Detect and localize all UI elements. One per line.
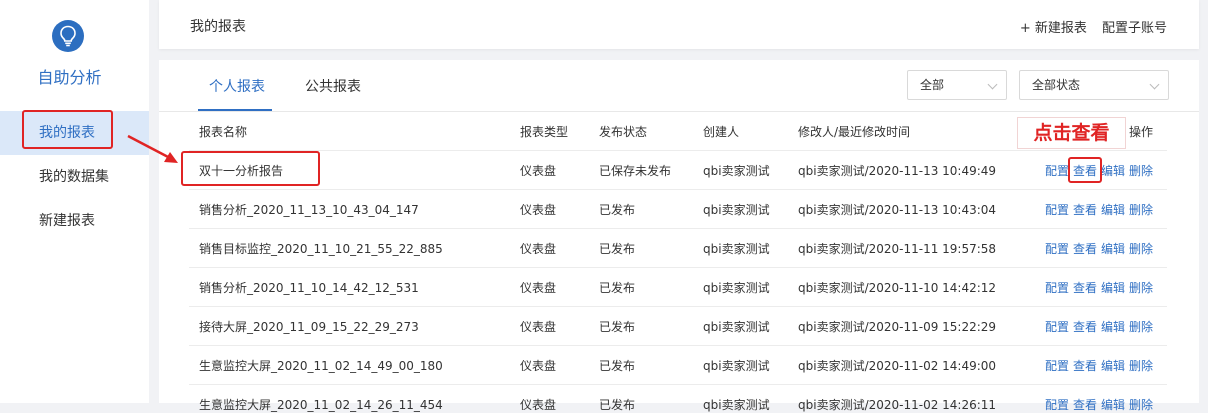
annotation-arrow bbox=[127, 134, 178, 163]
annotation-label: 点击查看 bbox=[1017, 117, 1126, 149]
